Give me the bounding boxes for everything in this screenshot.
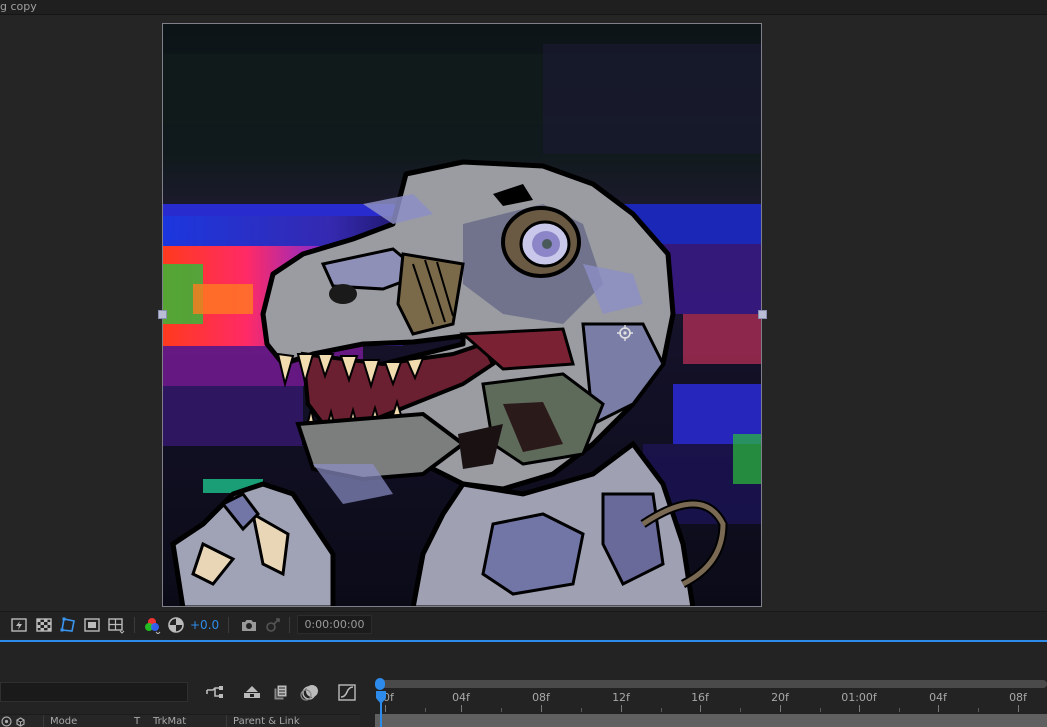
- region-of-interest-icon[interactable]: [83, 616, 101, 634]
- column-parent-link[interactable]: Parent & Link: [233, 716, 300, 727]
- toolbar-separator: [228, 617, 229, 633]
- mask-visibility-icon[interactable]: [59, 616, 77, 634]
- timeline-panel: Mode T TrkMat Parent & Link 00f 04f 08f …: [0, 642, 1047, 727]
- viewer-toolbar: +0.0 0:00:00:00: [0, 611, 1047, 638]
- ruler-label: 20f: [771, 691, 789, 704]
- column-track-matte-toggle[interactable]: T: [134, 716, 140, 727]
- reset-exposure-icon[interactable]: [167, 616, 185, 634]
- ruler-tick: [899, 708, 900, 712]
- transparency-grid-icon[interactable]: [35, 616, 53, 634]
- layer-search-input[interactable]: [0, 682, 188, 702]
- channels-icon[interactable]: [143, 616, 161, 634]
- transform-handle-left[interactable]: [158, 310, 167, 319]
- fast-previews-icon[interactable]: [10, 616, 28, 634]
- ruler-label: 12f: [612, 691, 630, 704]
- ruler-tick: [1018, 705, 1019, 712]
- composition-tab-strip: g copy: [0, 0, 1047, 15]
- lock-icon[interactable]: [15, 716, 26, 727]
- toolbar-separator: [134, 617, 135, 633]
- ruler-tick: [621, 705, 622, 712]
- ruler-tick: [661, 708, 662, 712]
- toolbar-separator: [289, 617, 290, 633]
- draft-3d-icon[interactable]: [242, 682, 262, 702]
- ruler-tick: [938, 705, 939, 712]
- ruler-tick: [581, 708, 582, 712]
- ruler-tick: [978, 708, 979, 712]
- column-separator: [226, 715, 227, 727]
- transform-handle-right[interactable]: [758, 310, 767, 319]
- composition-viewer[interactable]: [0, 15, 1047, 611]
- ruler-label: 08f: [1009, 691, 1027, 704]
- column-mode[interactable]: Mode: [50, 716, 77, 727]
- work-area-bar[interactable]: [375, 680, 1047, 688]
- guides-icon[interactable]: [107, 616, 125, 634]
- solo-icon[interactable]: [1, 716, 12, 727]
- anchor-point-icon[interactable]: [617, 325, 633, 341]
- ruler-label: 08f: [532, 691, 550, 704]
- ruler-label: 04f: [929, 691, 947, 704]
- current-time-display[interactable]: 0:00:00:00: [297, 615, 372, 634]
- ruler-label: 04f: [452, 691, 470, 704]
- snapshot-icon[interactable]: [240, 616, 258, 634]
- ruler-tick: [461, 705, 462, 712]
- column-separator: [43, 715, 44, 727]
- ruler-tick: [501, 708, 502, 712]
- layer-track-area[interactable]: [375, 714, 1047, 727]
- ruler-label: 16f: [691, 691, 709, 704]
- composition-tab-label[interactable]: g copy: [0, 0, 37, 14]
- composition-flowchart-icon[interactable]: [205, 682, 225, 702]
- column-trkmat[interactable]: TrkMat: [153, 716, 186, 727]
- ruler-tick: [820, 708, 821, 712]
- current-time-indicator-icon[interactable]: [376, 691, 386, 704]
- frame-blending-icon[interactable]: [271, 682, 291, 702]
- exposure-value[interactable]: +0.0: [190, 618, 219, 632]
- work-area-start-handle[interactable]: [375, 678, 385, 690]
- composition-frame[interactable]: [162, 23, 762, 607]
- ruler-tick: [700, 705, 701, 712]
- show-snapshot-icon[interactable]: [264, 616, 282, 634]
- ruler-tick: [541, 705, 542, 712]
- time-ruler[interactable]: 00f 04f 08f 12f 16f 20f 01:00f 04f 08f: [375, 677, 1047, 727]
- ruler-tick: [780, 705, 781, 712]
- ruler-tick: [385, 705, 386, 712]
- motion-blur-icon[interactable]: [300, 682, 320, 702]
- graph-editor-icon[interactable]: [337, 682, 357, 702]
- dinosaur-artwork: [163, 24, 761, 606]
- ruler-tick: [740, 708, 741, 712]
- layer-column-header: Mode T TrkMat Parent & Link: [0, 714, 360, 727]
- ruler-label: 01:00f: [841, 691, 877, 704]
- ruler-tick: [425, 708, 426, 712]
- ruler-tick: [859, 705, 860, 712]
